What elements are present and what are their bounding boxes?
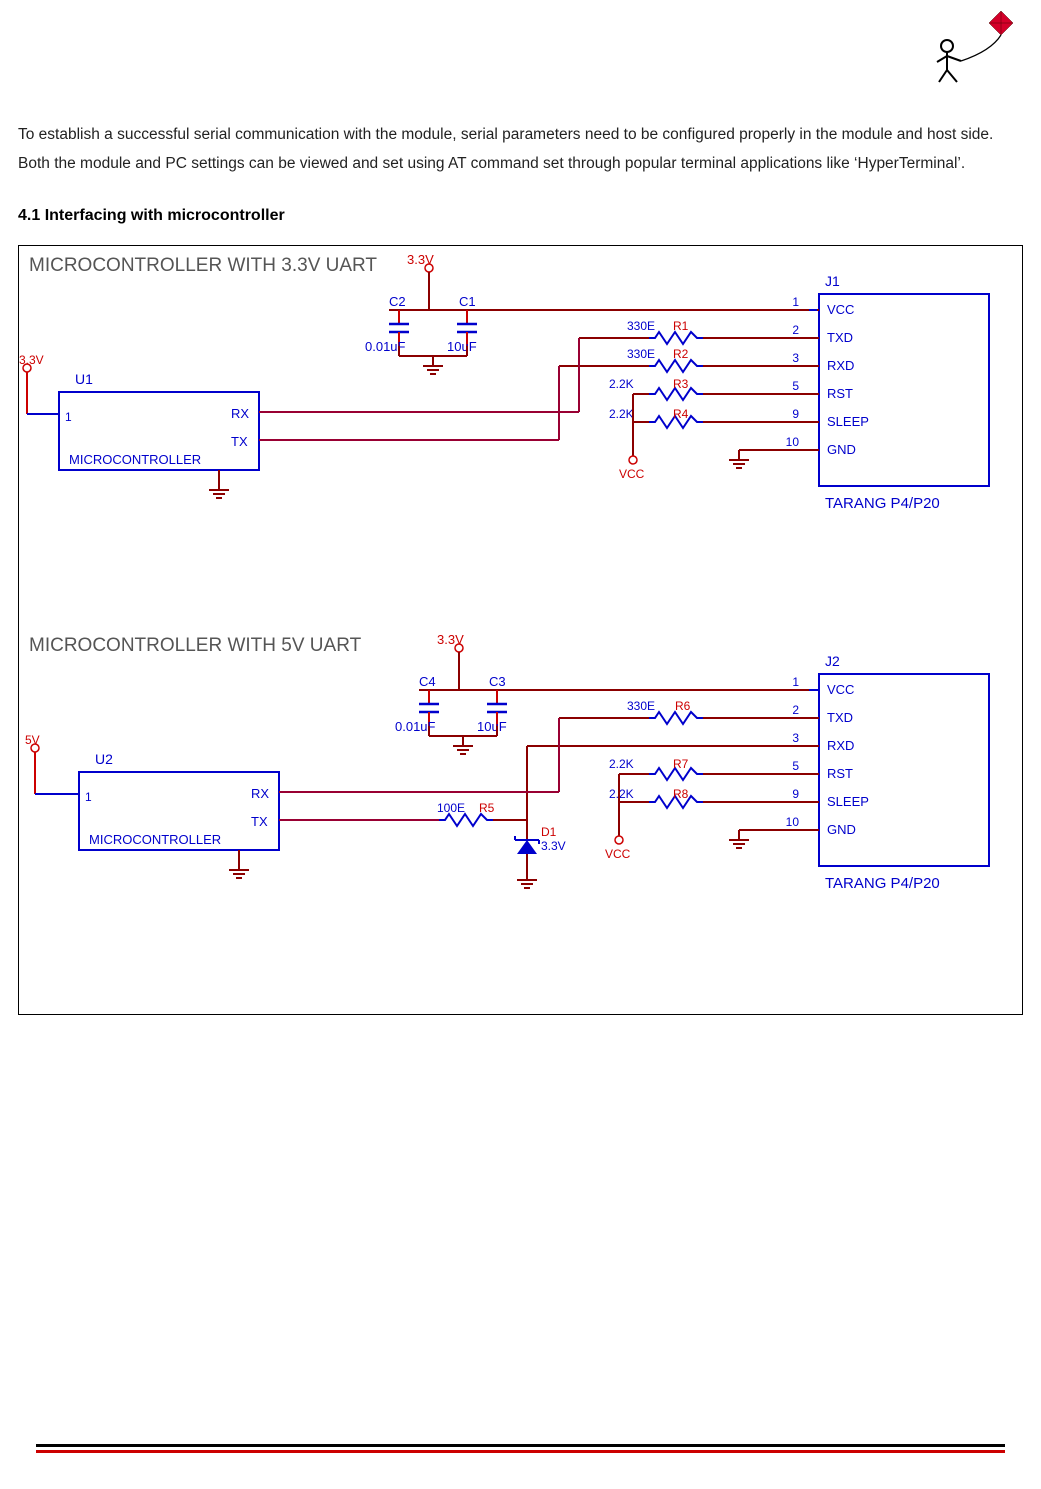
svg-text:10: 10 bbox=[786, 815, 800, 829]
svg-text:U2: U2 bbox=[95, 751, 113, 767]
svg-text:GND: GND bbox=[827, 822, 856, 837]
svg-text:2: 2 bbox=[792, 323, 799, 337]
svg-text:100E: 100E bbox=[437, 801, 465, 815]
svg-text:GND: GND bbox=[827, 442, 856, 457]
svg-text:2.2K: 2.2K bbox=[609, 757, 634, 771]
svg-text:330E: 330E bbox=[627, 347, 655, 361]
svg-text:C2: C2 bbox=[389, 294, 406, 309]
svg-text:3: 3 bbox=[792, 351, 799, 365]
svg-text:RST: RST bbox=[827, 766, 853, 781]
footer-divider bbox=[36, 1444, 1005, 1453]
svg-text:MICROCONTROLLER WITH 5V UART: MICROCONTROLLER WITH 5V UART bbox=[29, 635, 362, 656]
svg-text:RX: RX bbox=[231, 406, 249, 421]
svg-text:330E: 330E bbox=[627, 699, 655, 713]
svg-text:C3: C3 bbox=[489, 674, 506, 689]
svg-text:TARANG P4/P20: TARANG P4/P20 bbox=[825, 495, 940, 512]
svg-text:RXD: RXD bbox=[827, 738, 854, 753]
svg-text:10uF: 10uF bbox=[477, 719, 507, 734]
svg-text:VCC: VCC bbox=[605, 847, 631, 861]
svg-text:R4: R4 bbox=[673, 407, 689, 421]
svg-text:VCC: VCC bbox=[827, 302, 854, 317]
svg-text:C4: C4 bbox=[419, 674, 436, 689]
svg-text:RX: RX bbox=[251, 786, 269, 801]
svg-text:MICROCONTROLLER: MICROCONTROLLER bbox=[69, 452, 201, 467]
svg-text:1: 1 bbox=[792, 295, 799, 309]
svg-text:9: 9 bbox=[792, 787, 799, 801]
svg-text:TX: TX bbox=[251, 814, 268, 829]
svg-text:D1: D1 bbox=[541, 825, 557, 839]
svg-text:1: 1 bbox=[792, 675, 799, 689]
svg-text:2.2K: 2.2K bbox=[609, 787, 634, 801]
svg-text:TARANG P4/P20: TARANG P4/P20 bbox=[825, 875, 940, 892]
svg-text:MICROCONTROLLER: MICROCONTROLLER bbox=[89, 832, 221, 847]
svg-text:2.2K: 2.2K bbox=[609, 377, 634, 391]
svg-text:5V: 5V bbox=[25, 733, 40, 747]
svg-text:2: 2 bbox=[792, 703, 799, 717]
svg-text:R8: R8 bbox=[673, 787, 689, 801]
svg-text:3.3V: 3.3V bbox=[437, 632, 464, 647]
svg-text:3.3V: 3.3V bbox=[407, 252, 434, 267]
svg-text:10uF: 10uF bbox=[447, 339, 477, 354]
svg-text:TXD: TXD bbox=[827, 710, 853, 725]
svg-text:R5: R5 bbox=[479, 801, 495, 815]
schematic-figure: MICROCONTROLLER WITH 3.3V UART 3.3V C2 0… bbox=[18, 245, 1023, 1015]
svg-text:5: 5 bbox=[792, 379, 799, 393]
svg-text:R1: R1 bbox=[673, 319, 689, 333]
svg-text:TX: TX bbox=[231, 434, 248, 449]
svg-text:R2: R2 bbox=[673, 347, 689, 361]
svg-text:R6: R6 bbox=[675, 699, 691, 713]
svg-text:1: 1 bbox=[85, 790, 92, 804]
svg-text:5: 5 bbox=[792, 759, 799, 773]
svg-text:R3: R3 bbox=[673, 377, 689, 391]
svg-text:RST: RST bbox=[827, 386, 853, 401]
svg-text:VCC: VCC bbox=[619, 467, 645, 481]
svg-text:C1: C1 bbox=[459, 294, 476, 309]
svg-text:R7: R7 bbox=[673, 757, 689, 771]
svg-text:9: 9 bbox=[792, 407, 799, 421]
svg-text:10: 10 bbox=[786, 435, 800, 449]
svg-text:1: 1 bbox=[65, 410, 72, 424]
section-heading: 4.1 Interfacing with microcontroller bbox=[18, 201, 1041, 231]
svg-text:SLEEP: SLEEP bbox=[827, 794, 869, 809]
svg-text:RXD: RXD bbox=[827, 358, 854, 373]
svg-text:3.3V: 3.3V bbox=[541, 839, 566, 853]
svg-text:J2: J2 bbox=[825, 653, 840, 669]
svg-text:VCC: VCC bbox=[827, 682, 854, 697]
svg-text:J1: J1 bbox=[825, 273, 840, 289]
svg-text:MICROCONTROLLER WITH 3.3V UART: MICROCONTROLLER WITH 3.3V UART bbox=[29, 255, 377, 276]
svg-text:SLEEP: SLEEP bbox=[827, 414, 869, 429]
svg-text:TXD: TXD bbox=[827, 330, 853, 345]
svg-text:3: 3 bbox=[792, 731, 799, 745]
svg-text:3.3V: 3.3V bbox=[19, 353, 44, 367]
intro-paragraph: To establish a successful serial communi… bbox=[18, 120, 1023, 179]
svg-text:U1: U1 bbox=[75, 371, 93, 387]
svg-text:2.2K: 2.2K bbox=[609, 407, 634, 421]
svg-text:330E: 330E bbox=[627, 319, 655, 333]
kite-logo-icon bbox=[931, 6, 1021, 97]
